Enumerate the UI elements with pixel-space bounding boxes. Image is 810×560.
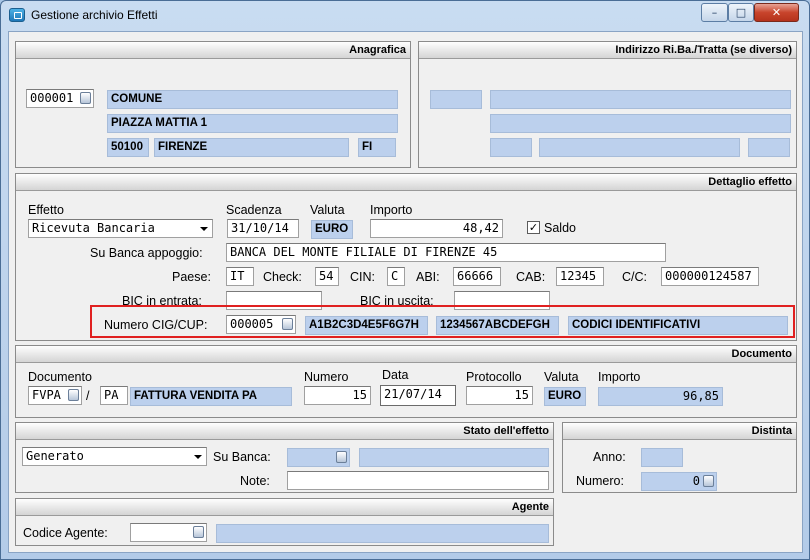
doc-type-lookup-icon[interactable] (68, 389, 79, 401)
paese-label: Paese: (172, 270, 211, 284)
saldo-label: Saldo (544, 221, 576, 235)
client-cap-field: 50100 (107, 138, 149, 157)
alt-name-field (490, 90, 791, 109)
cc-field[interactable]: 000000124587 (661, 267, 759, 286)
chevron-down-icon (194, 455, 202, 459)
banca-appoggio-field[interactable]: BANCA DEL MONTE FILIALE DI FIRENZE 45 (226, 243, 666, 262)
abi-field[interactable]: 66666 (453, 267, 501, 286)
paese-field[interactable]: IT (226, 267, 254, 286)
chevron-down-icon (200, 227, 208, 231)
scadenza-label: Scadenza (226, 203, 282, 217)
doc-valuta-field: EURO (544, 387, 586, 406)
client-province-field: FI (358, 138, 396, 157)
scadenza-field[interactable]: 31/10/14 (227, 219, 299, 238)
stato-group: Stato dell'effetto Generato Su Banca: No… (15, 422, 554, 493)
distinta-anno-field (641, 448, 683, 467)
importo-field[interactable]: 48,42 (370, 219, 503, 238)
check-field[interactable]: 54 (315, 267, 339, 286)
maximize-icon: □ (735, 6, 747, 19)
doc-valuta-label: Valuta (544, 370, 579, 384)
cin-field[interactable]: C (387, 267, 405, 286)
alt-code-field (430, 90, 482, 109)
stato-banca-desc-field (359, 448, 549, 467)
agente-desc-field (216, 524, 549, 543)
distinta-header: Distinta (563, 423, 796, 440)
alt-cap-field (490, 138, 532, 157)
banca-appoggio-label: Su Banca appoggio: (90, 246, 203, 260)
indirizzo-header: Indirizzo Ri.Ba./Tratta (se diverso) (419, 42, 796, 59)
client-code-field[interactable]: 000001 (26, 89, 94, 108)
minimize-button[interactable]: – (701, 3, 728, 22)
doc-series-field[interactable]: PA (100, 386, 128, 405)
anagrafica-group: Anagrafica 000001 COMUNE PIAZZA MATTIA 1… (15, 41, 411, 168)
doc-protocollo-field[interactable]: 15 (466, 386, 533, 405)
documento-header: Documento (16, 346, 796, 363)
form-client-area: Anagrafica 000001 COMUNE PIAZZA MATTIA 1… (8, 31, 803, 553)
valuta-field: EURO (311, 220, 353, 239)
doc-importo-field: 96,85 (598, 387, 723, 406)
distinta-numero-field[interactable]: 0 (641, 472, 717, 491)
title-bar[interactable]: Gestione archivio Effetti – □ ✕ (1, 1, 809, 31)
close-button[interactable]: ✕ (754, 3, 799, 22)
stato-note-label: Note: (240, 474, 270, 488)
distinta-group: Distinta Anno: Numero: 0 (562, 422, 797, 493)
stato-header: Stato dell'effetto (16, 423, 553, 440)
doc-type-field[interactable]: FVPA (28, 386, 82, 405)
alt-province-field (748, 138, 790, 157)
stato-select[interactable]: Generato (22, 447, 207, 466)
saldo-checkbox[interactable]: ✓ (527, 221, 540, 234)
stato-banca-lookup-icon[interactable] (336, 451, 347, 463)
cig-highlight-frame (90, 305, 795, 338)
effetto-label: Effetto (28, 203, 64, 217)
app-icon (9, 8, 25, 22)
cin-label: CIN: (350, 270, 375, 284)
valuta-label: Valuta (310, 203, 345, 217)
doc-data-field[interactable]: 21/07/14 (380, 385, 456, 406)
alt-city-field (539, 138, 740, 157)
indirizzo-group: Indirizzo Ri.Ba./Tratta (se diverso) (418, 41, 797, 168)
cab-field[interactable]: 12345 (556, 267, 604, 286)
agente-lookup-icon[interactable] (193, 526, 204, 538)
stato-banca-label: Su Banca: (213, 450, 271, 464)
distinta-lookup-icon[interactable] (703, 475, 714, 487)
importo-label: Importo (370, 203, 413, 217)
maximize-button[interactable]: □ (728, 3, 754, 22)
effetto-select[interactable]: Ricevuta Bancaria (28, 219, 213, 238)
documento-group: Documento Documento FVPA / PA FATTURA VE… (15, 345, 797, 418)
doc-data-label: Data (382, 368, 409, 382)
distinta-anno-label: Anno: (593, 450, 626, 464)
agente-group: Agente Codice Agente: (15, 498, 554, 546)
anagrafica-header: Anagrafica (16, 42, 410, 59)
doc-importo-label: Importo (598, 370, 641, 384)
client-lookup-icon[interactable] (80, 92, 91, 104)
codice-agente-label: Codice Agente: (23, 526, 108, 540)
doc-numero-field[interactable]: 15 (304, 386, 371, 405)
doc-numero-label: Numero (304, 370, 349, 384)
cab-label: CAB: (516, 270, 546, 284)
distinta-numero-label: Numero: (576, 474, 624, 488)
stato-banca-code-field[interactable] (287, 448, 350, 467)
close-icon: ✕ (771, 6, 782, 19)
doc-protocollo-label: Protocollo (466, 370, 522, 384)
documento-label: Documento (28, 370, 92, 384)
agente-header: Agente (16, 499, 553, 516)
codice-agente-field[interactable] (130, 523, 207, 542)
minimize-icon: – (711, 6, 718, 19)
client-name-field: COMUNE (107, 90, 398, 109)
doc-description-field: FATTURA VENDITA PA (130, 387, 292, 406)
main-window: Gestione archivio Effetti – □ ✕ Anagrafi… (0, 0, 810, 560)
stato-note-field[interactable] (287, 471, 549, 490)
abi-label: ABI: (416, 270, 440, 284)
dettaglio-header: Dettaglio effetto (16, 174, 796, 191)
client-city-field: FIRENZE (154, 138, 349, 157)
alt-address-field (490, 114, 791, 133)
window-title: Gestione archivio Effetti (31, 8, 158, 22)
cc-label: C/C: (622, 270, 647, 284)
doc-slash: / (86, 389, 90, 403)
client-address-field: PIAZZA MATTIA 1 (107, 114, 398, 133)
check-label: Check: (263, 270, 302, 284)
